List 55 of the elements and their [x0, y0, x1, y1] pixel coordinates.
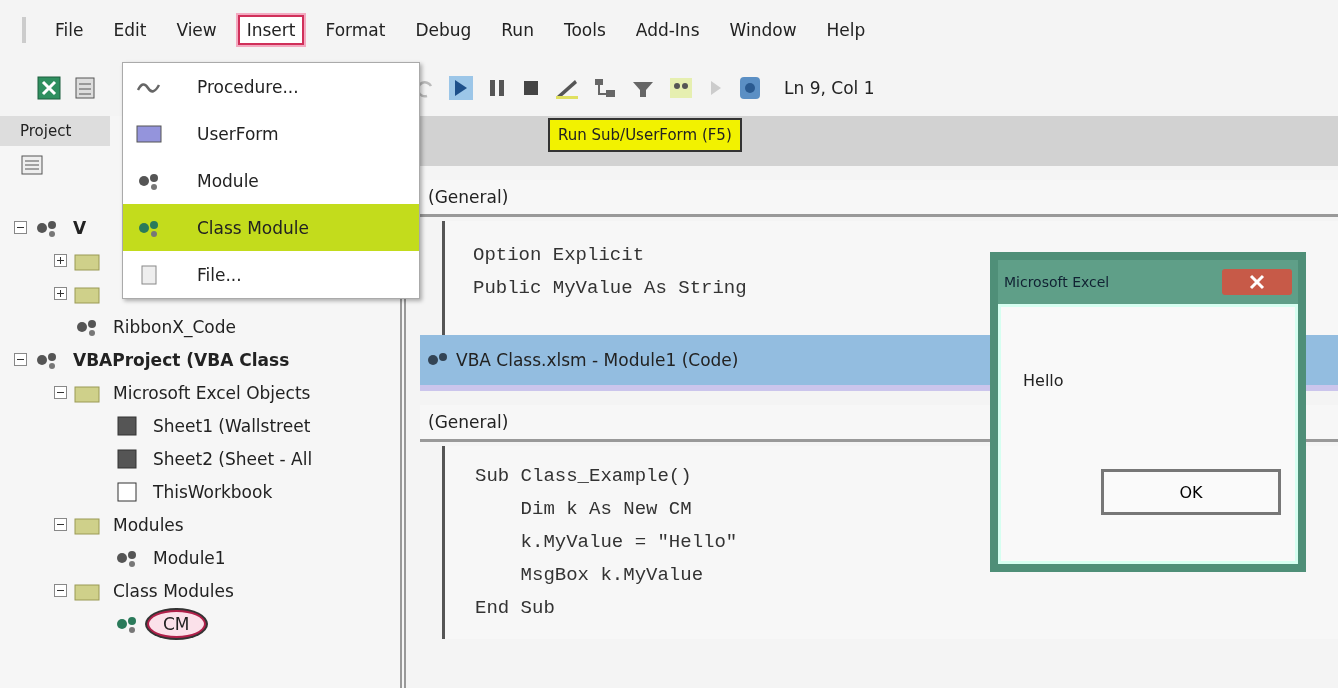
collapse-icon[interactable] [14, 221, 27, 234]
help-icon[interactable] [738, 75, 762, 101]
menu-item[interactable]: File... [123, 251, 419, 298]
menu-item[interactable]: Class Module [123, 204, 419, 251]
code-line: Public MyValue As String [473, 276, 747, 301]
close-icon[interactable] [1222, 269, 1292, 295]
tree-item[interactable]: VBAProject (VBA Class [67, 346, 296, 373]
code-line: Option Explicit [473, 243, 645, 268]
code-line: End Sub [475, 596, 555, 621]
collapse-icon[interactable] [14, 353, 27, 366]
panel-title: Project [0, 116, 110, 146]
menu-item[interactable]: Tools [554, 15, 615, 45]
dialog-message: Hello [1023, 371, 1064, 390]
tree-item[interactable]: Class Modules [107, 577, 240, 604]
tree-item[interactable]: Module1 [147, 544, 232, 571]
code-line: Sub Class_Example() [475, 464, 692, 489]
cursor-position: Ln 9, Col 1 [784, 78, 875, 98]
insert-icon[interactable] [74, 75, 96, 101]
code-line: Dim k As New CM [519, 497, 692, 522]
run-icon[interactable] [448, 75, 474, 101]
collapse-icon[interactable] [54, 518, 67, 531]
menu-item[interactable]: Add-Ins [626, 15, 709, 45]
code-line: k.MyValue = "Hello" [519, 530, 738, 555]
menu-item[interactable]: Run [492, 15, 543, 45]
menu-item[interactable]: Edit [104, 15, 156, 45]
tree-icon[interactable] [592, 76, 618, 100]
tree-item[interactable]: RibbonX_Code [107, 313, 242, 340]
menu-item[interactable]: Help [817, 15, 875, 45]
code-line: MsgBox k.MyValue [519, 563, 704, 588]
tree-item[interactable]: ThisWorkbook [147, 478, 279, 505]
tree-item[interactable]: CM [147, 609, 206, 638]
expand-icon[interactable] [54, 287, 67, 300]
tree-item[interactable]: V [67, 214, 93, 241]
tree-item[interactable]: Sheet1 (Wallstreet [147, 412, 317, 439]
menu-item[interactable]: Module [123, 157, 419, 204]
tooltip: Run Sub/UserForm (F5) [548, 118, 742, 152]
ok-button[interactable]: OK [1101, 469, 1281, 515]
menu-item[interactable]: File [46, 15, 93, 45]
tree-item[interactable]: Sheet2 (Sheet - All [147, 445, 319, 472]
menu-item[interactable]: Window [720, 15, 806, 45]
collapse-icon[interactable] [54, 584, 67, 597]
menu-item[interactable]: Format [316, 15, 395, 45]
tree-item[interactable]: Microsoft Excel Objects [107, 379, 317, 406]
menu-item[interactable]: UserForm [123, 110, 419, 157]
window-title: VBA Class.xlsm - Module1 (Code) [456, 350, 739, 370]
dialog-title: Microsoft Excel [1004, 274, 1110, 290]
expand-icon[interactable] [54, 254, 67, 267]
collapse-icon[interactable] [54, 386, 67, 399]
menu-item[interactable]: View [167, 15, 226, 45]
tree-item[interactable]: Modules [107, 511, 190, 538]
form-icon [135, 122, 163, 145]
menu-item[interactable]: Procedure... [123, 63, 419, 110]
menu-item[interactable]: Insert [237, 15, 305, 45]
excel-icon[interactable] [36, 75, 62, 101]
menu-item[interactable]: Debug [406, 15, 481, 45]
